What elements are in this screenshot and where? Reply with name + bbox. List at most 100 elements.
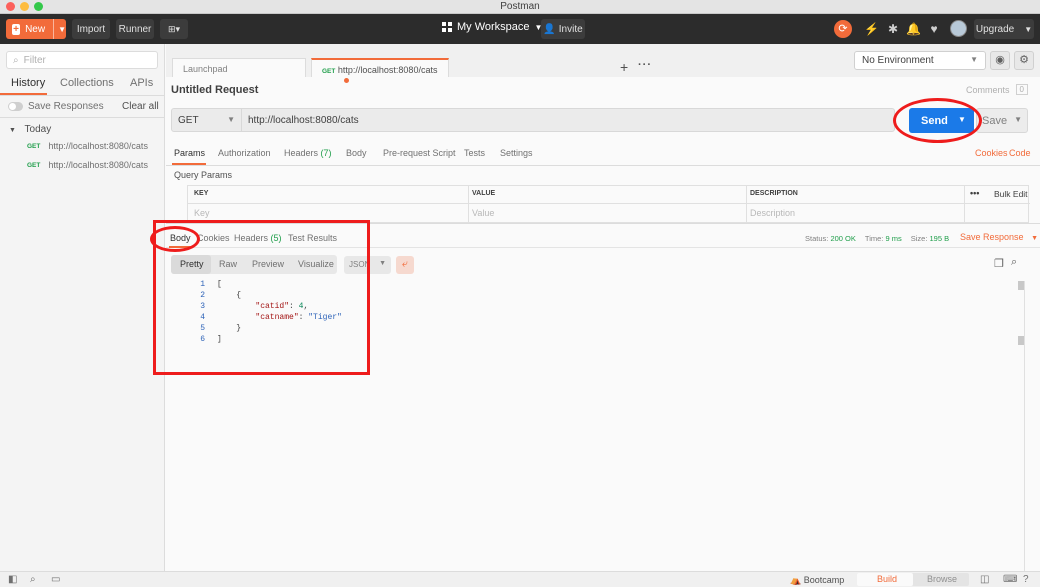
history-item[interactable]: GET http://localhost:8080/cats <box>27 160 148 170</box>
chevron-down-icon[interactable]: ▼ <box>1014 115 1022 124</box>
sidebar: ⌕ Filter History Collections APIs Save R… <box>0 44 165 571</box>
build-mode-button[interactable]: Build <box>877 574 897 584</box>
bootcamp-label: Bootcamp <box>803 575 845 585</box>
status-label: Status: <box>805 234 829 243</box>
clear-all-button[interactable]: Clear all <box>122 101 159 112</box>
tab-launchpad[interactable]: Launchpad <box>172 58 306 77</box>
history-item[interactable]: GET http://localhost:8080/cats <box>27 141 148 151</box>
tab-pre-request-script[interactable]: Pre-request Script <box>383 148 456 158</box>
window-titlebar: Postman <box>0 0 1040 14</box>
annotation-oval-body-tab <box>150 226 200 252</box>
heart-icon[interactable]: ♥ <box>927 22 941 36</box>
url-input[interactable]: http://localhost:8080/cats <box>248 115 359 126</box>
browse-mode-button[interactable]: Browse <box>927 574 957 584</box>
more-tabs-icon[interactable]: ··· <box>638 59 652 71</box>
cookies-link[interactable]: Cookies <box>975 148 1008 158</box>
tab-tests[interactable]: Tests <box>464 148 485 158</box>
tab-headers-label: Headers <box>284 148 319 158</box>
history-item-method: GET <box>27 161 41 169</box>
query-params-heading: Query Params <box>174 170 233 180</box>
save-response-button[interactable]: Save Response ▼ <box>960 232 1038 242</box>
satellite-icon[interactable]: ⚡ <box>864 22 879 36</box>
new-tab-plus-icon[interactable]: + <box>620 59 628 75</box>
tab-collections[interactable]: Collections <box>60 77 114 89</box>
more-options-icon[interactable]: ••• <box>970 188 979 198</box>
table-header-row: KEY VALUE DESCRIPTION ••• Bulk Edit <box>188 186 1030 204</box>
new-dropdown-caret-icon[interactable]: ▼ <box>53 19 66 39</box>
find-icon[interactable]: ⌕ <box>30 574 36 585</box>
environment-label: No Environment <box>862 55 934 66</box>
chevron-down-icon: ▼ <box>1031 235 1038 242</box>
invite-button[interactable]: 👤 Invite <box>541 19 585 39</box>
workspace-selector[interactable]: My Workspace ▼ <box>442 21 542 33</box>
time-value: 9 ms <box>885 234 902 243</box>
tab-active-request[interactable]: GET http://localhost:8080/cats <box>311 58 449 84</box>
tab-history[interactable]: History <box>11 77 45 89</box>
unsaved-dot-icon <box>344 78 349 84</box>
runner-button[interactable]: Runner <box>116 19 154 39</box>
tab-body[interactable]: Body <box>346 148 367 158</box>
chevron-down-icon: ▼ <box>9 127 16 134</box>
filter-input[interactable]: ⌕ Filter <box>6 51 158 69</box>
wrap-lines-icon[interactable]: ⤶ <box>396 256 414 274</box>
workspace-name: My Workspace <box>457 21 530 33</box>
chevron-down-icon: ▼ <box>379 260 386 267</box>
scrollbar-thumb[interactable] <box>1018 281 1024 290</box>
code-link[interactable]: Code <box>1009 148 1031 158</box>
new-label: New <box>25 23 46 35</box>
environment-selector[interactable]: No Environment ▼ <box>854 51 986 70</box>
size-value: 195 B <box>929 234 950 243</box>
column-description: DESCRIPTION <box>750 190 798 197</box>
bulk-edit-link[interactable]: Bulk Edit <box>994 189 1028 199</box>
method-label: GET <box>178 115 199 126</box>
gear-icon[interactable]: ⚙ <box>1014 51 1034 70</box>
filter-placeholder: Filter <box>23 54 46 66</box>
tab-authorization[interactable]: Authorization <box>218 148 271 158</box>
app-header: + New ▼ Import Runner ⊞▾ My Workspace ▼ … <box>0 14 1040 44</box>
divider <box>0 117 165 118</box>
tab-apis[interactable]: APIs <box>130 77 153 89</box>
save-responses-toggle[interactable] <box>8 102 23 111</box>
tab-headers[interactable]: Headers (7) <box>284 148 332 158</box>
toggle-sidebar-icon[interactable]: ◧ <box>8 574 17 585</box>
new-window-button[interactable]: ⊞▾ <box>160 19 188 39</box>
tab-params[interactable]: Params <box>174 148 205 158</box>
invite-label: Invite <box>558 23 583 35</box>
keyboard-icon[interactable]: ⌨ <box>1003 574 1017 585</box>
help-icon[interactable]: ? <box>1023 574 1029 585</box>
search-icon[interactable]: ⌕ <box>1011 256 1017 269</box>
two-pane-icon[interactable]: ◫ <box>980 574 989 585</box>
headers-count: (7) <box>320 148 332 158</box>
divider <box>964 186 965 223</box>
tab-settings[interactable]: Settings <box>500 148 533 158</box>
avatar[interactable] <box>950 20 967 37</box>
upgrade-button[interactable]: Upgrade ▼ <box>974 19 1034 39</box>
scrollbar-track[interactable] <box>1024 281 1025 571</box>
notifications-bell-icon[interactable]: 🔔 <box>906 22 921 36</box>
value-input[interactable]: Value <box>472 208 494 218</box>
new-button[interactable]: + New ▼ <box>6 19 66 39</box>
settings-icon[interactable]: ✱ <box>886 22 900 36</box>
comments-button[interactable]: Comments 0 <box>966 84 1028 95</box>
copy-icon[interactable]: ❐ <box>994 257 1004 270</box>
history-group-today[interactable]: ▼ Today <box>9 124 51 135</box>
import-button[interactable]: Import <box>72 19 110 39</box>
chevron-down-icon: ▼ <box>1024 24 1033 34</box>
key-input[interactable]: Key <box>194 208 210 218</box>
bootcamp-button[interactable]: ⛺ Bootcamp <box>790 575 844 586</box>
comments-label: Comments <box>966 84 1010 95</box>
request-title[interactable]: Untitled Request <box>171 84 258 96</box>
column-key: KEY <box>194 190 209 197</box>
console-icon[interactable]: ▭ <box>51 574 60 585</box>
history-item-method: GET <box>27 142 41 150</box>
sync-icon[interactable]: ⟳ <box>834 20 852 38</box>
time-info: Time: 9 ms <box>865 234 902 243</box>
time-label: Time: <box>864 234 884 243</box>
eye-icon[interactable]: ◉ <box>990 51 1010 70</box>
tab-url: http://localhost:8080/cats <box>337 65 438 75</box>
scrollbar-thumb[interactable] <box>1018 336 1024 345</box>
description-input[interactable]: Description <box>750 208 795 218</box>
save-button[interactable]: Save ▼ <box>976 108 1028 133</box>
size-label: Size: <box>910 234 928 243</box>
method-select[interactable]: GET ▼ <box>172 109 242 131</box>
